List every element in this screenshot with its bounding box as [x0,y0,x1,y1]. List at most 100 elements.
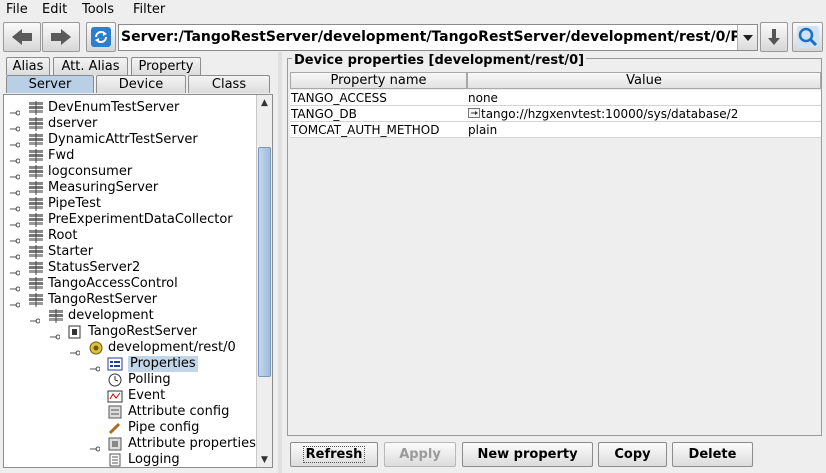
tree-expand-handle-icon[interactable] [70,345,81,356]
tree-node[interactable]: development [30,308,270,324]
copy-button-label: Copy [614,447,651,462]
tree-expand-handle-icon[interactable] [10,105,21,116]
tree-node[interactable]: Properties [90,356,272,372]
tab-class[interactable]: Class [188,75,270,93]
table-cell-value-text: plain [468,123,498,137]
tree-node[interactable]: TangoRestServer [50,324,272,340]
tree-node[interactable]: Pipe config [90,420,272,436]
tree-node-label: MeasuringServer [48,180,159,195]
tree-node[interactable]: PipeTest [10,196,250,212]
logging-icon [107,453,123,467]
download-button[interactable] [760,22,788,52]
search-button[interactable] [792,22,823,52]
tree-expand-handle-icon[interactable] [90,361,101,372]
column-header-property-name[interactable]: Property name [290,72,467,89]
table-cell-property-name[interactable]: TANGO_DB [290,106,467,122]
tab-att-alias[interactable]: Att. Alias [53,57,128,75]
refresh-tree-button[interactable] [86,22,116,52]
table-cell-property-name[interactable]: TANGO_ACCESS [290,90,467,106]
tree-node[interactable]: Root [10,228,250,244]
chevron-down-icon[interactable] [737,25,757,50]
menu-tools[interactable]: Tools [82,1,114,18]
scroll-thumb[interactable] [258,147,271,377]
arrow-right-icon [51,29,71,45]
refresh-button-label: Refresh [302,446,366,463]
tab-property[interactable]: Property [131,57,201,75]
table-cell-value-text: none [468,91,498,105]
tree-node[interactable]: TangoRestServer [10,292,250,308]
table-cell-value[interactable]: tango://hzgxenvtest:10000/sys/database/2 [467,106,821,122]
link-arrow-icon[interactable] [468,107,481,123]
tree-node-label: development [68,308,154,323]
back-button[interactable] [3,22,41,52]
menu-bar: File Edit Tools Filter [0,0,826,20]
tree-node[interactable]: Logging [90,452,272,467]
tree-node[interactable]: Attribute config [90,404,272,420]
new-property-button-label: New property [477,447,578,462]
tree-expand-handle-icon[interactable] [10,281,21,292]
delete-button[interactable]: Delete [672,442,753,467]
toolbar: Server:/TangoRestServer/development/Tang… [0,20,826,54]
tree-node[interactable]: Event [90,388,272,404]
tree-node[interactable]: PreExperimentDataCollector [10,212,250,228]
table-cell-value[interactable]: plain [467,122,821,138]
tab-alias[interactable]: Alias [6,57,50,75]
tree-expand-handle-icon[interactable] [10,153,21,164]
arrow-left-icon [12,29,32,45]
tree-node-label: PreExperimentDataCollector [48,212,233,227]
tree-node[interactable]: Fwd [10,148,250,164]
table-cell-value[interactable]: none [467,90,821,106]
tree-node[interactable]: dserver [10,116,250,132]
tree-expand-handle-icon[interactable] [10,217,21,228]
tree-node-label: Attribute properties [128,436,256,451]
tree-node-label: Attribute config [128,404,230,419]
column-header-value[interactable]: Value [467,72,821,89]
tree-node[interactable]: development/rest/0 [70,340,272,356]
tree-node-label: Root [48,228,78,243]
forward-button[interactable] [42,22,80,52]
tree-expand-handle-icon[interactable] [10,169,21,180]
tree-node[interactable]: Attribute properties [90,436,272,452]
menu-edit[interactable]: Edit [42,1,67,18]
refresh-button[interactable]: Refresh [290,442,378,467]
tree-node[interactable]: DynamicAttrTestServer [10,132,250,148]
menu-filter[interactable]: Filter [133,1,165,18]
tree-scrollbar[interactable]: ▲ ▼ [256,95,272,467]
server-tree[interactable]: DevEnumTestServer dserver DynamicAttrTestS… [3,94,273,468]
split-pane-divider[interactable] [278,52,282,473]
scroll-down-icon[interactable]: ▼ [257,452,272,467]
tree-expand-handle-icon[interactable] [10,137,21,148]
delete-button-label: Delete [688,447,737,462]
tree-node-label: dserver [48,116,98,131]
menu-file[interactable]: File [6,1,28,18]
tree-expand-handle-icon[interactable] [90,441,101,452]
tree-expand-handle-icon[interactable] [10,233,21,244]
tree-node[interactable]: MeasuringServer [10,180,250,196]
tree-expand-handle-icon[interactable] [50,329,61,340]
tree-node[interactable]: StatusServer2 [10,260,250,276]
tree-node-label: Fwd [48,148,75,163]
tab-server[interactable]: Server [6,75,94,93]
tree-expand-handle-icon[interactable] [10,265,21,276]
tree-node[interactable]: Polling [90,372,272,388]
tree-node[interactable]: Starter [10,244,250,260]
tree-expand-handle-icon[interactable] [10,121,21,132]
tree-expand-handle-icon[interactable] [10,249,21,260]
tree-node[interactable]: DevEnumTestServer [10,100,250,116]
apply-button-label: Apply [399,447,441,462]
tree-node[interactable]: logconsumer [10,164,250,180]
apply-button[interactable]: Apply [384,442,456,467]
copy-button[interactable]: Copy [598,442,667,467]
tab-device[interactable]: Device [96,75,186,93]
table-cell-property-name[interactable]: TOMCAT_AUTH_METHOD [290,122,467,138]
tree-expand-handle-icon[interactable] [10,297,21,308]
path-combo-box[interactable]: Server:/TangoRestServer/development/Tang… [118,24,758,51]
tree-node-label: TangoAccessControl [48,276,178,291]
tree-expand-handle-icon[interactable] [10,185,21,196]
tree-expand-handle-icon[interactable] [10,201,21,212]
tree-expand-handle-icon[interactable] [30,313,41,324]
panel-title: Device properties [development/rest/0] [292,53,587,68]
scroll-up-icon[interactable]: ▲ [257,95,272,110]
new-property-button[interactable]: New property [462,442,593,467]
tree-node[interactable]: TangoAccessControl [10,276,250,292]
